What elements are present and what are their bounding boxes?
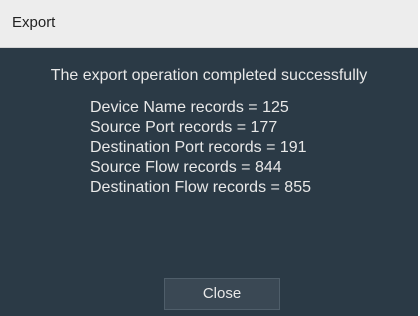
title-bar: Export <box>0 0 418 48</box>
record-count-destination-port: Destination Port records = 191 <box>90 139 307 156</box>
success-message: The export operation completed successfu… <box>50 67 368 84</box>
record-count-source-flow: Source Flow records = 844 <box>90 159 282 176</box>
close-button[interactable]: Close <box>164 278 280 310</box>
record-count-destination-flow: Destination Flow records = 855 <box>90 179 311 196</box>
record-count-device-name: Device Name records = 125 <box>90 99 289 116</box>
record-count-source-port: Source Port records = 177 <box>90 119 278 136</box>
export-dialog: Export The export operation completed su… <box>0 0 420 316</box>
dialog-title: Export <box>12 14 56 31</box>
record-counts-list: Device Name records = 125 Source Port re… <box>90 98 311 198</box>
